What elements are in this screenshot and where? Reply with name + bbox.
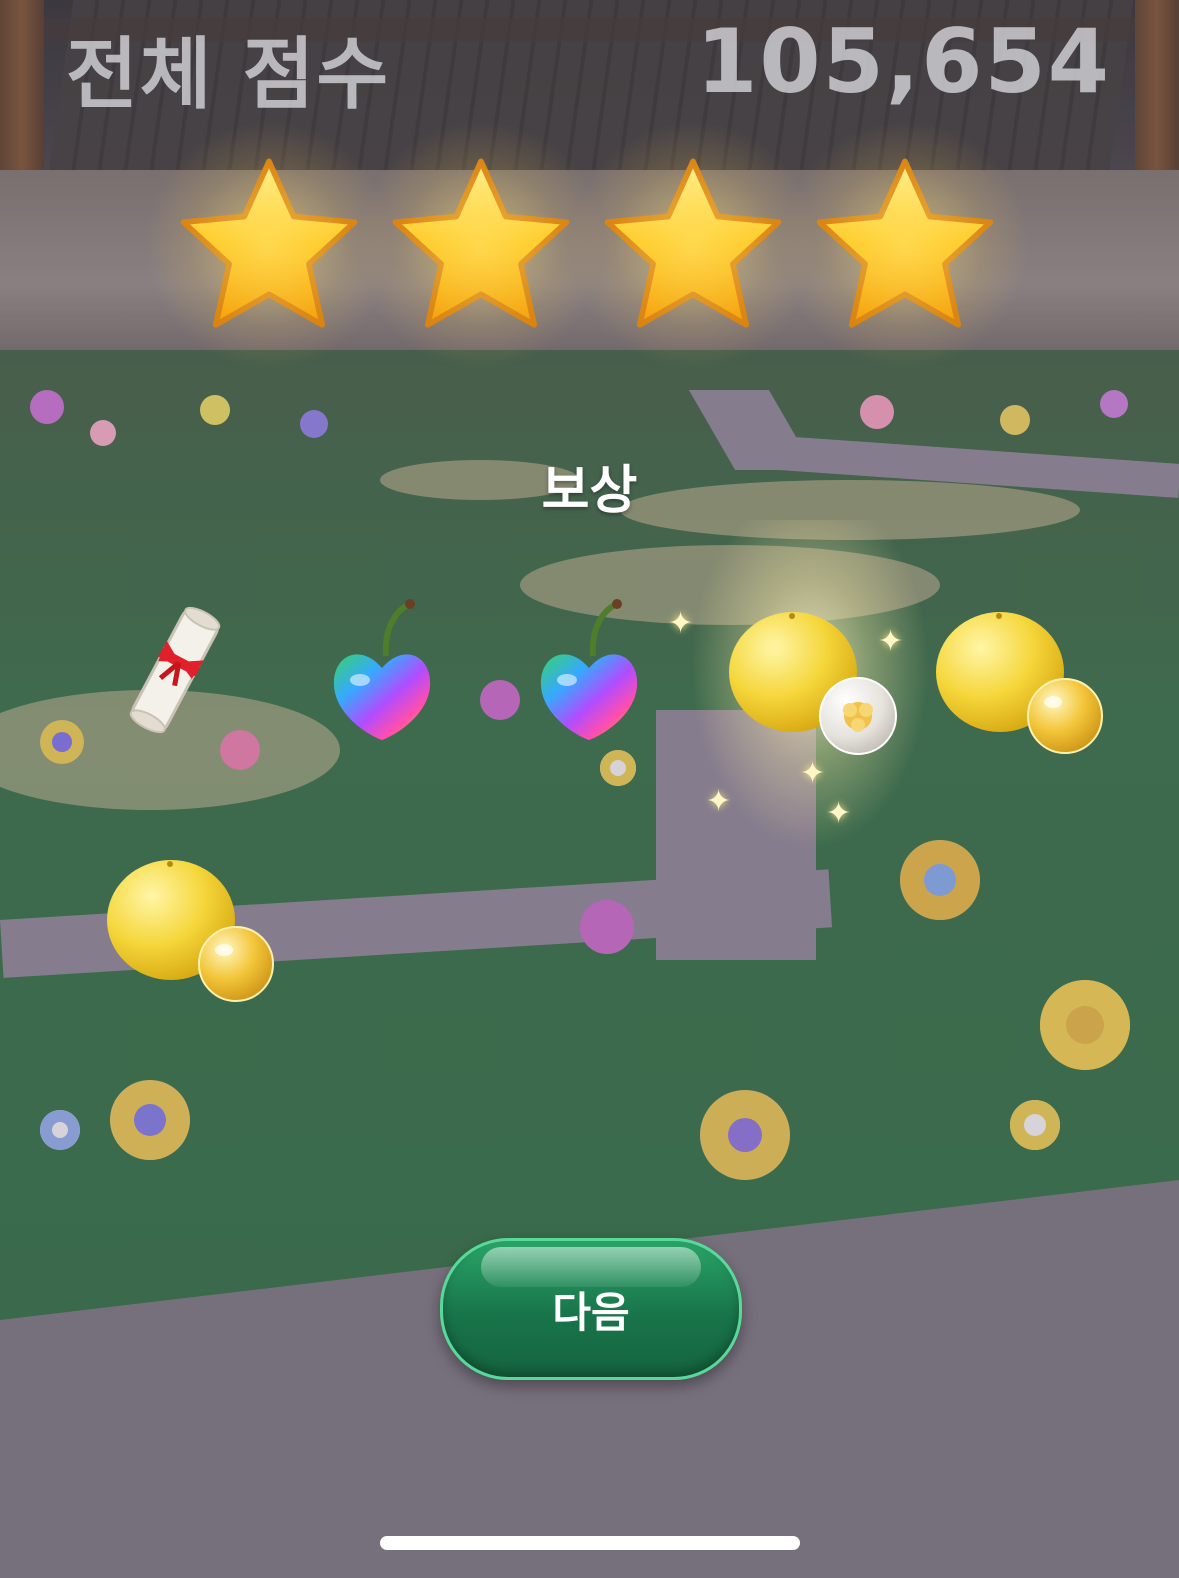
home-indicator[interactable]	[380, 1536, 800, 1550]
star-icon	[568, 120, 818, 370]
next-button[interactable]: 다음	[440, 1238, 742, 1380]
sparkle-icon: ✦	[706, 784, 732, 819]
sparkle-icon: ✦	[826, 796, 852, 831]
star-icon	[780, 120, 1030, 370]
star-rating	[0, 120, 1179, 370]
star-icon	[144, 120, 394, 370]
reward-yuzu-flower-bubble-icon	[728, 610, 903, 764]
reward-rainbow-cherry-icon	[330, 598, 434, 752]
reward-scroll-icon	[120, 600, 230, 744]
star-icon	[356, 120, 606, 370]
reward-rainbow-cherry-icon	[537, 598, 641, 752]
total-score-value: 105,654	[696, 10, 1111, 113]
score-header: 전체 점수 105,654	[0, 0, 1179, 120]
next-button-label: 다음	[552, 1287, 630, 1337]
sparkle-icon: ✦	[668, 606, 694, 641]
total-score-label: 전체 점수	[66, 30, 391, 120]
rewards-title: 보상	[541, 461, 638, 521]
reward-yuzu-bubble-icon	[935, 610, 1110, 764]
reward-yuzu-bubble-icon	[106, 858, 281, 1012]
